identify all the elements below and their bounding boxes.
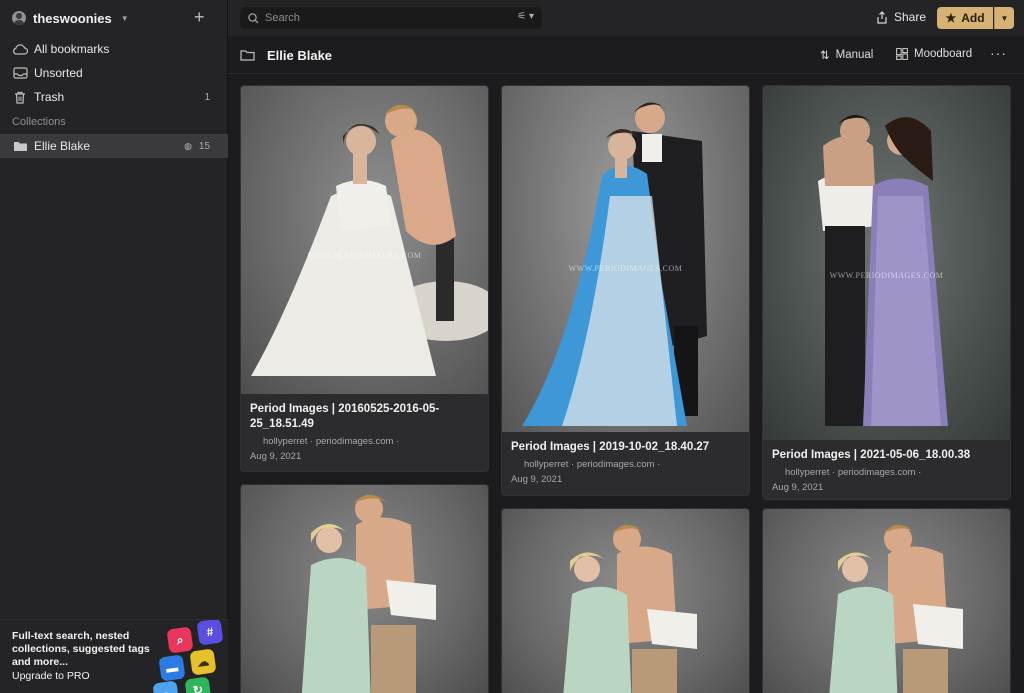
card-title: Period Images | 20160525-2016-05-25_18.5…: [250, 403, 440, 430]
sidebar-item-label: All bookmarks: [34, 42, 110, 56]
collections-section-label: Collections: [12, 116, 66, 128]
add-label: Add: [961, 11, 985, 25]
bookmark-card[interactable]: [762, 508, 1011, 693]
card-date: Aug 9, 2021: [250, 451, 302, 462]
view-mode-label: Moodboard: [914, 48, 973, 60]
bookmark-card[interactable]: WWW.PERIODIMAGES.COM Period Images | 201…: [240, 85, 489, 472]
view-mode-button[interactable]: Moodboard: [896, 48, 972, 60]
watermark-text: WWW.PERIODIMAGES.COM: [307, 251, 422, 260]
promo-text: Full-text search, nested collections, su…: [12, 630, 150, 668]
avatar: [12, 11, 26, 25]
card-source: hollyperret · periodimages.com ·: [785, 467, 922, 478]
search-app-icon: ⌕: [166, 626, 194, 654]
couple-photo: [829, 525, 963, 693]
cloud-icon: [12, 42, 28, 56]
card-meta: Period Images | 2021-05-06_18.00.38 holl…: [763, 440, 1010, 499]
upgrade-link[interactable]: Upgrade to PRO: [12, 670, 90, 682]
bookmark-card[interactable]: WWW.PERIODIMAGES.COM Period Images | 201…: [501, 85, 750, 496]
sort-button[interactable]: ⇅ Manual: [820, 48, 873, 62]
moodboard-icon: [896, 48, 908, 60]
more-options-button[interactable]: ···: [990, 45, 1007, 61]
globe-icon: ◍: [184, 140, 192, 151]
bookmark-thumbnail: [241, 485, 488, 693]
card-date: Aug 9, 2021: [772, 482, 824, 493]
top-toolbar: ⚟ ▾ Share ★ Add ▼: [228, 0, 1024, 36]
card-meta: Period Images | 20160525-2016-05-25_18.5…: [241, 394, 488, 470]
star-icon: ★: [945, 11, 957, 25]
user-name: theswoonies: [33, 10, 112, 26]
couple-photo: [301, 495, 436, 693]
couple-photo: [251, 105, 488, 376]
card-title: Period Images | 2019-10-02_18.40.27: [511, 441, 710, 453]
bookmark-card[interactable]: [501, 508, 750, 693]
couple-photo: [522, 102, 707, 426]
sidebar-item-label: Unsorted: [34, 66, 83, 80]
sidebar-item-all-bookmarks[interactable]: All bookmarks: [0, 37, 228, 61]
watermark-text: WWW.PERIODIMAGES.COM: [568, 264, 683, 273]
bookmark-thumbnail: WWW.PERIODIMAGES.COM: [763, 86, 1010, 440]
share-button[interactable]: Share: [876, 10, 926, 24]
add-button[interactable]: ★ Add: [937, 7, 993, 29]
folder-icon: [12, 139, 28, 153]
folder-icon: [240, 50, 255, 61]
card-source: hollyperret · periodimages.com ·: [263, 436, 400, 447]
collection-header: Ellie Blake ⇅ Manual Moodboard ···: [228, 36, 1024, 74]
sidebar-item-trash[interactable]: Trash 1: [0, 85, 228, 109]
couple-photo: [563, 525, 697, 693]
bookmark-thumbnail: WWW.PERIODIMAGES.COM: [502, 86, 749, 432]
share-icon: [877, 10, 887, 24]
bookmark-thumbnail: [502, 509, 749, 693]
account-switcher[interactable]: theswoonies ▼: [0, 0, 227, 36]
share-label: Share: [893, 10, 926, 24]
bookmark-thumbnail: [763, 509, 1010, 693]
sync-app-icon: ↻: [184, 676, 212, 693]
trash-icon: [12, 90, 28, 104]
chat-app-icon: •: [152, 680, 180, 693]
sort-label: Manual: [835, 49, 874, 61]
new-collection-button[interactable]: +: [194, 8, 205, 26]
app-window: theswoonies ▼ + All bookmarks Unsorted T…: [0, 0, 1024, 693]
sidebar-item-ellie-blake[interactable]: Ellie Blake ◍ 15: [0, 134, 228, 158]
search-options-icon[interactable]: ⚟ ▾: [517, 11, 534, 22]
collection-count: 15: [198, 140, 210, 152]
sidebar-item-label: Ellie Blake: [34, 139, 91, 153]
trash-count: 1: [204, 91, 210, 103]
search-input[interactable]: [265, 12, 505, 24]
add-options-button[interactable]: ▼: [994, 7, 1014, 29]
search-icon: [248, 12, 259, 23]
folder-app-icon: ▬: [158, 654, 186, 682]
couple-photo: [818, 115, 948, 426]
bookmark-card[interactable]: WWW.PERIODIMAGES.COM Period Images | 202…: [762, 85, 1011, 500]
cloud-app-icon: ☁: [189, 648, 217, 676]
inbox-icon: [12, 66, 28, 80]
card-title: Period Images | 2021-05-06_18.00.38: [772, 449, 971, 461]
page-title: Ellie Blake: [267, 48, 333, 63]
hashtag-app-icon: #: [196, 620, 224, 646]
sidebar: theswoonies ▼ + All bookmarks Unsorted T…: [0, 0, 228, 693]
chevron-down-icon: ▼: [120, 13, 129, 23]
bookmark-thumbnail: WWW.PERIODIMAGES.COM: [241, 86, 488, 394]
sort-icon: ⇅: [820, 50, 830, 62]
sidebar-item-unsorted[interactable]: Unsorted: [0, 61, 228, 85]
card-date: Aug 9, 2021: [511, 474, 563, 485]
card-meta: Period Images | 2019-10-02_18.40.27 holl…: [502, 432, 749, 493]
search-box[interactable]: ⚟ ▾: [240, 7, 542, 29]
upgrade-promo[interactable]: Full-text search, nested collections, su…: [0, 619, 228, 693]
bookmark-card[interactable]: [240, 484, 489, 693]
watermark-text: WWW.PERIODIMAGES.COM: [829, 271, 944, 280]
bookmarks-grid: WWW.PERIODIMAGES.COM Period Images | 201…: [228, 74, 1024, 693]
card-source: hollyperret · periodimages.com ·: [524, 459, 661, 470]
sidebar-item-label: Trash: [34, 90, 65, 104]
